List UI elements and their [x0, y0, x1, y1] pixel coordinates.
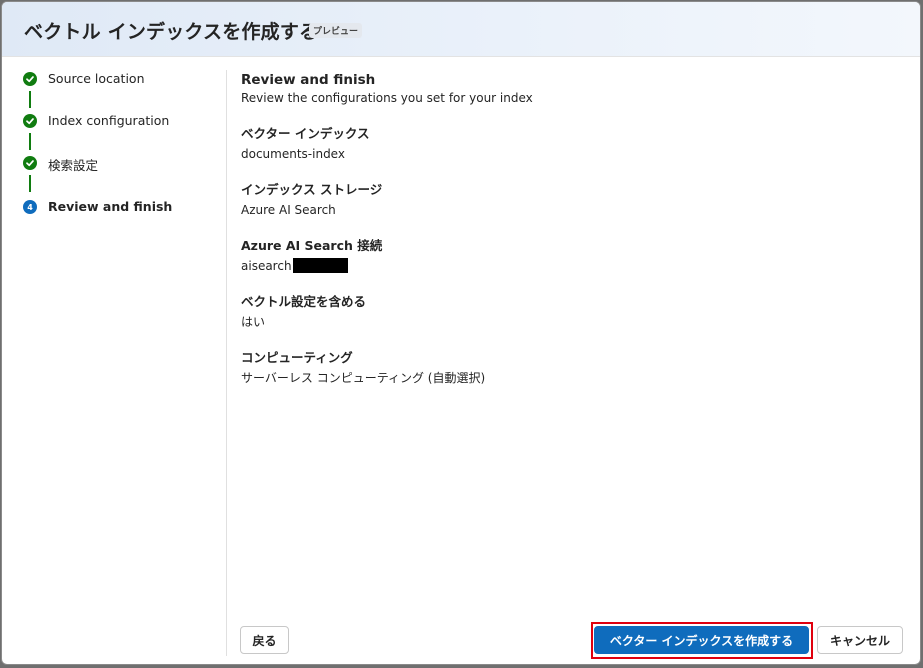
- dialog-title: ベクトル インデックスを作成する: [24, 21, 319, 43]
- step-connector: [29, 133, 31, 150]
- field-label: Azure AI Search 接続: [241, 238, 383, 253]
- checkmark-icon: [23, 72, 37, 86]
- field-index-storage: インデックス ストレージ Azure AI Search: [241, 179, 881, 217]
- preview-badge: プレビュー: [309, 23, 363, 38]
- field-compute: コンピューティング サーバーレス コンピューティング (自動選択): [241, 347, 881, 385]
- field-label: ベクター インデックス: [241, 126, 370, 141]
- create-vector-index-dialog: ベクトル インデックスを作成する プレビュー Source location I…: [1, 1, 921, 665]
- field-value: はい: [241, 315, 266, 329]
- field-label: ベクトル設定を含める: [241, 294, 367, 309]
- checkmark-icon: [23, 114, 37, 128]
- checkmark-icon: [23, 156, 37, 170]
- create-vector-index-button[interactable]: ベクター インデックスを作成する: [594, 626, 809, 654]
- step-number-icon: 4: [23, 200, 37, 214]
- step-connector: [29, 175, 31, 192]
- section-title: Review and finish: [241, 72, 376, 88]
- step-label: 検索設定: [48, 158, 99, 173]
- field-label: インデックス ストレージ: [241, 182, 383, 197]
- field-value: documents-index: [241, 146, 345, 161]
- step-label: Index configuration: [48, 113, 170, 128]
- field-value: Azure AI Search: [241, 202, 336, 217]
- dialog-header: ベクトル インデックスを作成する プレビュー: [2, 2, 920, 57]
- back-button[interactable]: 戻る: [240, 626, 289, 654]
- panel-divider: [226, 70, 227, 656]
- field-vector-index: ベクター インデックス documents-index: [241, 123, 881, 161]
- section-description: Review the configurations you set for yo…: [241, 91, 533, 105]
- review-panel: Review and finish Review the configurati…: [241, 72, 881, 385]
- connection-name: aisearch: [241, 258, 292, 273]
- field-value: サーバーレス コンピューティング (自動選択): [241, 371, 486, 385]
- step-label: Source location: [48, 71, 145, 86]
- field-search-connection: Azure AI Search 接続 aisearch: [241, 235, 881, 273]
- step-label: Review and finish: [48, 199, 173, 214]
- cancel-button[interactable]: キャンセル: [817, 626, 903, 654]
- redacted-block: [292, 258, 348, 273]
- field-label: コンピューティング: [241, 350, 353, 365]
- field-include-vector-settings: ベクトル設定を含める はい: [241, 291, 881, 329]
- field-value: aisearch: [241, 258, 881, 273]
- step-connector: [29, 91, 31, 108]
